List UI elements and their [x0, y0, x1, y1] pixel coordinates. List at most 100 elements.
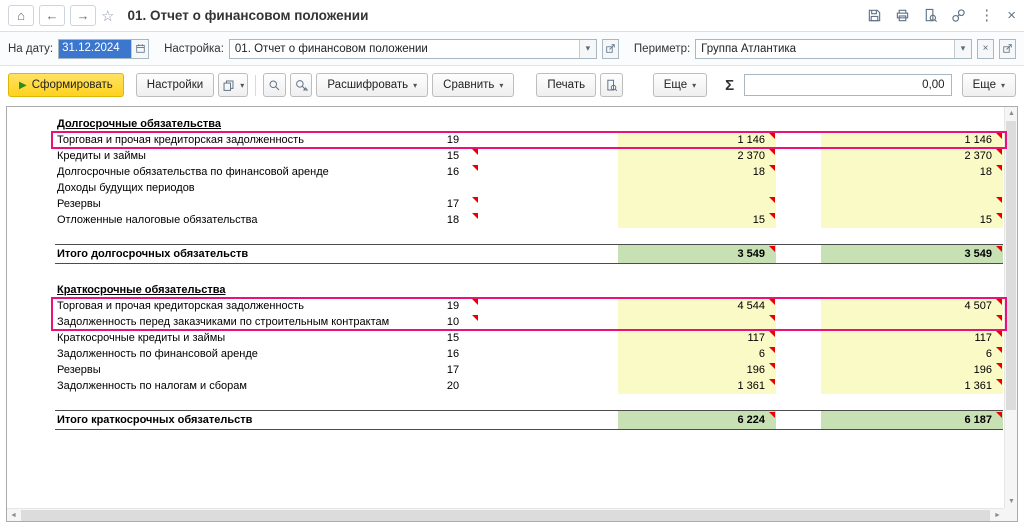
report-row[interactable]: Задолженность по финансовой аренде 16 6 6 [55, 346, 1003, 362]
perimeter-value[interactable]: Группа Атлантика [696, 40, 954, 58]
value-cell[interactable]: 3 549 [618, 245, 776, 263]
report-row[interactable]: Доходы будущих периодов [55, 180, 1003, 196]
report-row[interactable]: Итого долгосрочных обязательств 3 549 3 54… [55, 244, 1003, 264]
value-cell[interactable]: 15 [821, 212, 1003, 228]
row-label: Резервы [57, 198, 101, 210]
note-triangle-icon [472, 149, 478, 155]
chevron-down-icon: ▾ [240, 80, 245, 90]
get-link-button[interactable] [951, 7, 966, 25]
setting-open-button[interactable] [601, 38, 619, 59]
horizontal-scrollbar[interactable]: ◄ ► [7, 508, 1004, 521]
print-button[interactable]: Печать [536, 73, 597, 97]
document-magnifier-icon [923, 8, 938, 23]
close-button[interactable]: × [1007, 7, 1016, 25]
horizontal-scroll-thumb[interactable] [21, 509, 990, 521]
print-preview-button[interactable] [600, 73, 623, 97]
search-next-button[interactable] [289, 73, 313, 97]
row-code: 18 [446, 214, 460, 226]
value-cell[interactable]: 6 [618, 346, 776, 362]
document-magnifier-icon [605, 79, 618, 92]
decipher-label: Расшифровать [327, 79, 409, 91]
scroll-up-icon[interactable]: ▲ [1005, 107, 1018, 120]
value-cell[interactable]: 1 146 [618, 132, 776, 148]
more-button-2[interactable]: Еще ▾ [961, 73, 1016, 97]
report-row[interactable]: Резервы 17 [55, 196, 1003, 212]
value-cell[interactable] [821, 180, 1003, 196]
value-cell[interactable]: 1 361 [821, 378, 1003, 394]
forward-button[interactable]: → [70, 5, 96, 26]
value-cell[interactable]: 2 370 [821, 148, 1003, 164]
home-button[interactable]: ⌂ [8, 5, 34, 26]
value-cell[interactable]: 15 [618, 212, 776, 228]
setting-value[interactable]: 01. Отчет о финансовом положении [230, 40, 579, 58]
value-cell[interactable]: 6 187 [821, 411, 1003, 429]
value-cell[interactable]: 4 507 [821, 298, 1003, 314]
value-cell[interactable] [618, 180, 776, 196]
decipher-button[interactable]: Расшифровать ▾ [316, 73, 429, 97]
perimeter-combo[interactable]: Группа Атлантика ▾ [695, 38, 972, 59]
setting-combo[interactable]: 01. Отчет о финансовом положении ▾ [228, 38, 597, 59]
value-cell[interactable]: 196 [821, 362, 1003, 378]
note-triangle-icon [472, 165, 478, 171]
value-cell[interactable] [821, 196, 1003, 212]
generate-button[interactable]: ▶ Сформировать [8, 73, 124, 97]
scroll-down-icon[interactable]: ▼ [1005, 495, 1018, 508]
back-button[interactable]: ← [39, 5, 65, 26]
amount-input[interactable] [744, 74, 952, 96]
chevron-down-icon: ▾ [585, 43, 591, 53]
value-cell[interactable] [821, 314, 1003, 330]
calendar-icon [135, 43, 146, 54]
value-cell[interactable]: 117 [821, 330, 1003, 346]
setting-dropdown-button[interactable]: ▾ [578, 39, 596, 58]
report-row[interactable]: Долгосрочные обязательства по финансовой… [55, 164, 1003, 180]
row-label: Краткосрочные кредиты и займы [57, 332, 226, 344]
more-button[interactable]: Еще ▾ [652, 73, 708, 97]
value-cell[interactable] [618, 196, 776, 212]
report-row[interactable]: Задолженность по налогам и сборам 20 1 361… [55, 378, 1003, 394]
preview-button[interactable] [923, 7, 938, 25]
row-code: 10 [446, 316, 460, 328]
value-cell[interactable]: 6 [821, 346, 1003, 362]
scroll-right-icon[interactable]: ► [991, 509, 1004, 522]
vertical-scroll-thumb[interactable] [1006, 121, 1016, 410]
value-cell[interactable]: 2 370 [618, 148, 776, 164]
menu-button[interactable]: ⋮ [979, 7, 994, 25]
report-row[interactable]: Отложенные налоговые обязательства 18 15 15 [55, 212, 1003, 228]
report-row[interactable]: Торговая и прочая кредиторская задолженн… [51, 297, 1007, 314]
report-row[interactable]: Краткосрочные кредиты и займы 15 117 117 [55, 330, 1003, 346]
row-code: 15 [446, 150, 460, 162]
favorite-star-button[interactable]: ☆ [101, 7, 114, 25]
print-button-icon[interactable] [895, 7, 910, 25]
settings-button[interactable]: Настройки [135, 73, 215, 97]
vertical-scrollbar[interactable]: ▲ ▼ [1004, 107, 1017, 508]
report-row[interactable]: Кредиты и займы 15 2 370 2 370 [55, 148, 1003, 164]
report-row[interactable]: Резервы 17 196 196 [55, 362, 1003, 378]
search-button[interactable] [263, 73, 286, 97]
value-cell[interactable] [618, 314, 776, 330]
value-cell[interactable]: 6 224 [618, 411, 776, 429]
value-cell[interactable]: 18 [618, 164, 776, 180]
row-code: 19 [446, 300, 460, 312]
report-row[interactable]: Задолженность перед заказчиками по строи… [51, 314, 1007, 331]
date-input[interactable]: 31.12.2024 [59, 39, 132, 58]
value-cell[interactable]: 18 [821, 164, 1003, 180]
compare-button[interactable]: Сравнить ▾ [432, 73, 515, 97]
value-cell[interactable]: 196 [618, 362, 776, 378]
value-cell[interactable]: 117 [618, 330, 776, 346]
perimeter-clear-button[interactable]: × [977, 38, 994, 59]
perimeter-dropdown-button[interactable]: ▾ [954, 39, 971, 58]
more-label: Еще [972, 79, 996, 91]
search-next-icon [295, 79, 308, 92]
report-row[interactable]: Итого краткосрочных обязательств 6 224 6 1… [55, 410, 1003, 430]
value-cell[interactable]: 1 361 [618, 378, 776, 394]
calendar-button[interactable] [131, 39, 149, 58]
scroll-left-icon[interactable]: ◄ [7, 509, 20, 522]
value-cell[interactable]: 3 549 [821, 245, 1003, 263]
value-cell[interactable]: 1 146 [821, 132, 1003, 148]
perimeter-open-button[interactable] [999, 38, 1016, 59]
date-field[interactable]: 31.12.2024 [58, 38, 150, 59]
report-row[interactable]: Торговая и прочая кредиторская задолженн… [51, 131, 1007, 149]
report-variants-button[interactable]: ▾ [218, 73, 249, 97]
save-button[interactable] [867, 7, 882, 25]
value-cell[interactable]: 4 544 [618, 298, 776, 314]
